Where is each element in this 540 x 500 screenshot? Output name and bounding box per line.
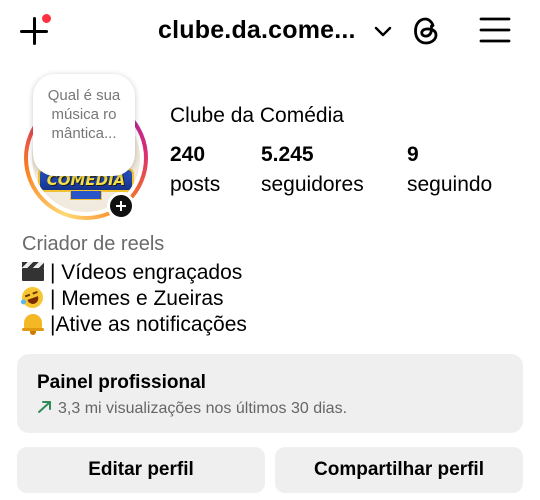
chevron-down-icon[interactable]: [372, 20, 394, 42]
bio-text: | Memes e Zueiras: [50, 287, 224, 310]
bell-icon: [20, 312, 48, 335]
threads-icon[interactable]: [409, 13, 443, 49]
bio-text: |Ative as notificações: [50, 313, 247, 336]
following-count[interactable]: 9: [407, 143, 419, 167]
posts-label[interactable]: posts: [170, 173, 220, 197]
panel-title: Painel profissional: [37, 372, 206, 393]
laughing-face-icon: [19, 284, 48, 311]
bio-text: | Vídeos engraçados: [50, 261, 243, 284]
professional-dashboard[interactable]: Painel profissional 3,3 mi visualizações…: [17, 354, 523, 433]
followers-label[interactable]: seguidores: [261, 173, 364, 197]
following-label[interactable]: seguindo: [407, 173, 492, 197]
posts-count[interactable]: 240: [170, 143, 205, 167]
share-profile-button[interactable]: Compartilhar perfil: [275, 447, 523, 493]
bio-line: |Ative as notificações: [20, 312, 247, 337]
trend-up-arrow-icon: [38, 401, 51, 413]
note-bubble[interactable]: Qual é sua música ro mântica...: [33, 74, 135, 176]
display-name: Clube da Comédia: [170, 104, 344, 127]
hamburger-menu-icon[interactable]: [479, 14, 511, 46]
note-text: Qual é sua música ro mântica...: [47, 87, 121, 142]
add-story-button[interactable]: [107, 192, 135, 220]
notification-dot: [41, 13, 52, 24]
create-button[interactable]: [18, 13, 52, 48]
panel-subtitle: 3,3 mi visualizações nos últimos 30 dias…: [37, 400, 347, 418]
panel-views-text: 3,3 mi visualizações nos últimos 30 dias…: [58, 400, 348, 417]
edit-profile-button[interactable]: Editar perfil: [17, 447, 265, 493]
account-username[interactable]: clube.da.come...: [158, 16, 356, 45]
clapper-board-icon: [20, 260, 48, 282]
profile-category: Criador de reels: [22, 233, 165, 255]
followers-count[interactable]: 5.245: [261, 143, 314, 167]
bio-line: | Vídeos engraçados: [20, 260, 242, 285]
bio-line: | Memes e Zueiras: [19, 284, 224, 311]
